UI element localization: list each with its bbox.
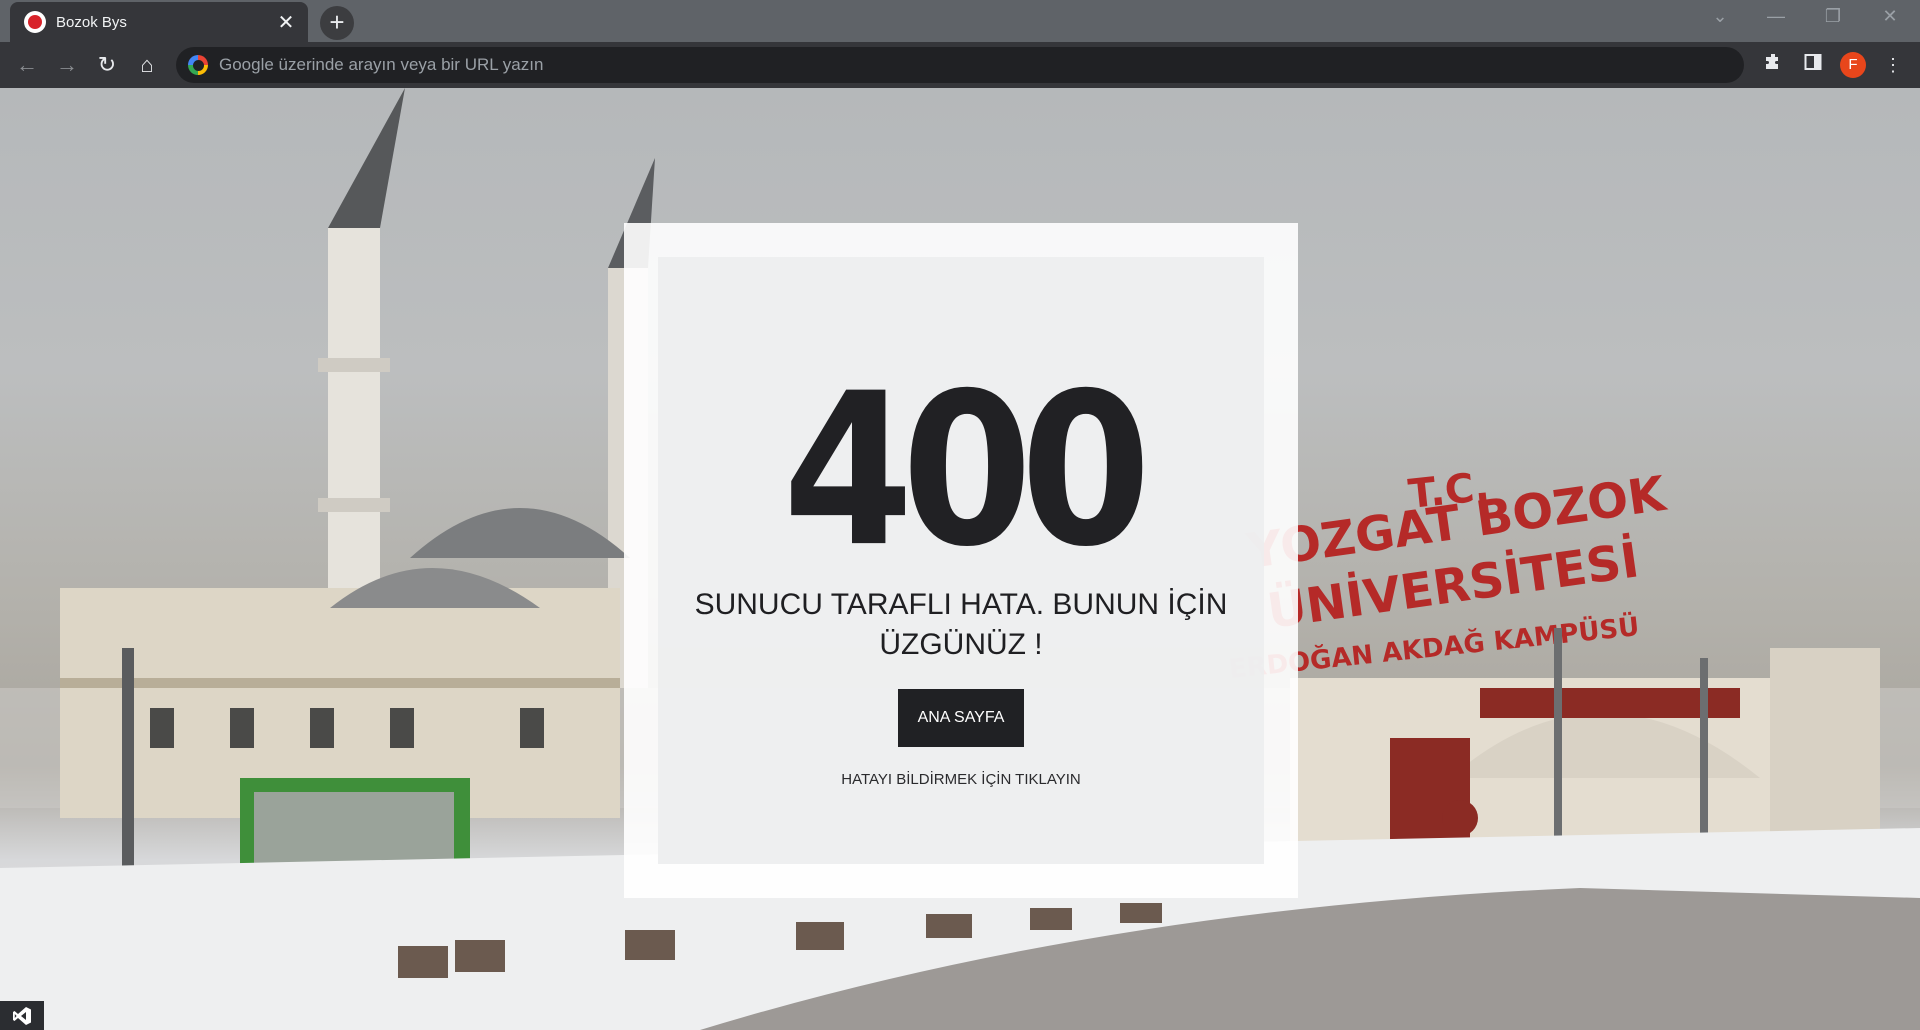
new-tab-button[interactable]: + xyxy=(320,6,354,40)
error-card: 400 SUNUCU TARAFLI HATA. BUNUN İÇİN ÜZGÜ… xyxy=(624,223,1298,898)
extensions-icon[interactable] xyxy=(1760,52,1786,78)
home-button[interactable]: ⌂ xyxy=(132,50,162,80)
tab-search-icon[interactable]: ⌄ xyxy=(1700,6,1740,27)
address-bar-placeholder: Google üzerinde arayın veya bir URL yazı… xyxy=(219,55,544,74)
address-bar[interactable]: Google üzerinde arayın veya bir URL yazı… xyxy=(176,47,1744,83)
browser-toolbar: ← → ↻ ⌂ Google üzerinde arayın veya bir … xyxy=(0,42,1920,88)
page-viewport: T.C. YOZGAT BOZOK ÜNİVERSİTESİ ERDOĞAN A… xyxy=(0,88,1920,1030)
tab-title: Bozok Bys xyxy=(56,13,127,31)
tab-close-icon[interactable]: ✕ xyxy=(274,10,298,35)
back-button[interactable]: ← xyxy=(12,50,42,80)
menu-icon[interactable]: ⋮ xyxy=(1880,52,1906,78)
error-card-inner: 400 SUNUCU TARAFLI HATA. BUNUN İÇİN ÜZGÜ… xyxy=(658,257,1264,864)
site-favicon-icon xyxy=(24,11,46,33)
error-code: 400 xyxy=(782,348,1151,594)
profile-avatar[interactable]: F xyxy=(1840,52,1866,78)
restore-button[interactable]: ❐ xyxy=(1813,6,1853,27)
forward-button[interactable]: → xyxy=(52,50,82,80)
report-error-link[interactable]: HATAYI BİLDİRMEK İÇİN TIKLAYIN xyxy=(658,771,1264,788)
error-message: SUNUCU TARAFLI HATA. BUNUN İÇİN ÜZGÜNÜZ … xyxy=(694,588,1228,661)
visual-studio-icon[interactable] xyxy=(0,1001,44,1030)
browser-tab[interactable]: Bozok Bys ✕ xyxy=(10,2,308,42)
tab-strip: Bozok Bys ✕ + ⌄ — ❐ ✕ xyxy=(0,0,1920,42)
close-window-button[interactable]: ✕ xyxy=(1870,6,1910,27)
google-icon xyxy=(188,55,208,75)
minimize-button[interactable]: — xyxy=(1756,6,1796,27)
reload-button[interactable]: ↻ xyxy=(92,50,122,80)
home-page-button[interactable]: ANA SAYFA xyxy=(898,689,1024,747)
side-panel-icon[interactable] xyxy=(1800,52,1826,78)
